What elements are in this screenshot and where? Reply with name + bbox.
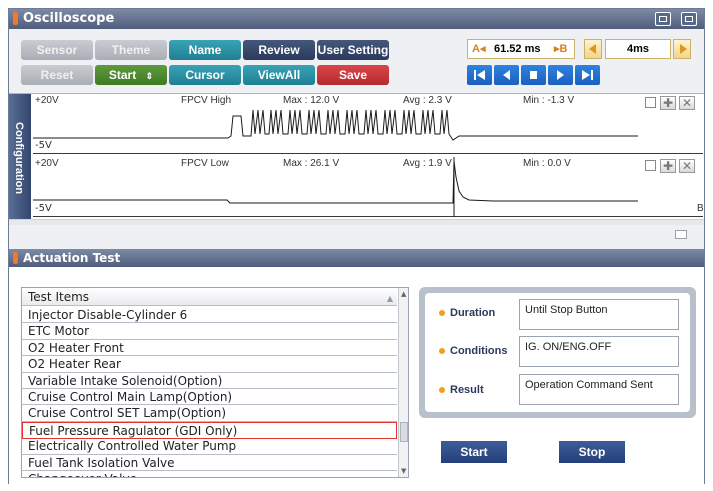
actuation-marker <box>13 252 18 264</box>
sensor-button[interactable]: Sensor <box>21 40 93 60</box>
actuation-test-header: Actuation Test <box>9 249 704 267</box>
theme-button[interactable]: Theme <box>95 40 167 60</box>
channel-2-close-icon[interactable]: ✕ <box>679 159 695 173</box>
skip-to-end-icon[interactable] <box>575 65 600 85</box>
duration-value: Until Stop Button <box>519 299 679 330</box>
channel-fpcv-high: +20V FPCV High Max : 12.0 V Avg : 2.3 V … <box>33 94 703 154</box>
maximize-window-icon[interactable] <box>681 12 697 26</box>
channel-2-waveform <box>33 157 638 217</box>
cursor-a-marker: A◂ <box>472 43 486 55</box>
test-items-header-label: Test Items <box>28 290 90 304</box>
test-item-row[interactable]: O2 Heater Rear <box>22 356 397 373</box>
cursor-readout: A◂ 61.52 ms ▸B <box>467 39 575 59</box>
cursor-delta-value: 61.52 ms <box>494 43 541 55</box>
test-item-row[interactable]: Cruise Control SET Lamp(Option) <box>22 405 397 422</box>
test-items-header[interactable]: Test Items ▲ <box>22 288 397 306</box>
test-item-row[interactable]: Fuel Pressure Ragulator (GDI Only) <box>22 421 397 439</box>
review-button[interactable]: Review <box>243 40 315 60</box>
skip-to-start-icon[interactable] <box>467 65 492 85</box>
channel-1-waveform <box>33 109 638 141</box>
time-div-decrease-icon[interactable] <box>584 39 602 59</box>
start-dropdown-label: Start <box>108 68 137 82</box>
scroll-up-icon[interactable]: ▲ <box>401 290 406 298</box>
configuration-tab[interactable]: Configuration <box>9 94 31 219</box>
channel-2-checkbox[interactable] <box>645 160 656 171</box>
start-button[interactable]: Start <box>441 441 507 463</box>
cursor-b-marker: ▸B <box>554 43 568 55</box>
updown-arrows-icon: ⇕ <box>145 71 154 81</box>
time-div-increase-icon[interactable] <box>673 39 691 59</box>
conditions-value: IG. ON/ENG.OFF <box>519 336 679 367</box>
title-bar: Oscilloscope <box>9 9 704 29</box>
test-item-row[interactable]: Changeover Valve <box>22 471 397 477</box>
test-items-list: Test Items ▲ Injector Disable-Cylinder 6… <box>21 287 409 478</box>
test-item-row[interactable]: Fuel Tank Isolation Valve <box>22 455 397 471</box>
channel-1-add-icon[interactable]: ✚ <box>660 96 676 110</box>
scroll-down-icon[interactable]: ▼ <box>401 467 406 475</box>
result-label: Result <box>439 384 484 396</box>
bullet-icon <box>439 310 445 316</box>
actuation-title: Actuation Test <box>23 251 121 265</box>
cursor-button[interactable]: Cursor <box>169 65 241 85</box>
oscilloscope-window: Oscilloscope Sensor Theme Name Review Us… <box>8 8 705 484</box>
actuation-panel: Test Items ▲ Injector Disable-Cylinder 6… <box>9 267 704 484</box>
test-item-row[interactable]: Electrically Controlled Water Pump <box>22 438 397 455</box>
reset-button[interactable]: Reset <box>21 65 93 85</box>
test-item-row[interactable]: Variable Intake Solenoid(Option) <box>22 373 397 389</box>
channel-1-checkbox[interactable] <box>645 97 656 108</box>
restore-window-icon[interactable] <box>655 12 671 26</box>
channel-1-close-icon[interactable]: ✕ <box>679 96 695 110</box>
test-items-scrollbar[interactable]: ▲ ▼ <box>398 288 408 477</box>
collapse-panel-icon[interactable] <box>675 230 687 239</box>
title-marker <box>13 12 18 25</box>
time-div-value: 4ms <box>605 39 671 59</box>
name-button[interactable]: Name <box>169 40 241 60</box>
configuration-tab-label: Configuration <box>13 122 25 195</box>
duration-label: Duration <box>439 307 495 319</box>
save-button[interactable]: Save <box>317 65 389 85</box>
stop-button[interactable]: Stop <box>559 441 625 463</box>
sort-arrow-icon: ▲ <box>386 294 393 303</box>
waveform-area: Configuration +20V FPCV High Max : 12.0 … <box>9 93 704 227</box>
step-back-icon[interactable] <box>494 65 519 85</box>
splitter-bar <box>9 225 704 249</box>
channel-2-add-icon[interactable]: ✚ <box>660 159 676 173</box>
test-item-row[interactable]: ETC Motor <box>22 323 397 340</box>
channel-fpcv-low: +20V FPCV Low Max : 26.1 V Avg : 1.9 V M… <box>33 157 704 217</box>
test-item-row[interactable]: O2 Heater Front <box>22 340 397 357</box>
conditions-label: Conditions <box>439 345 507 357</box>
test-info-panel: Duration Until Stop Button Conditions IG… <box>419 287 696 418</box>
window-title: Oscilloscope <box>23 11 115 26</box>
stop-icon[interactable] <box>521 65 546 85</box>
result-value: Operation Command Sent <box>519 374 679 405</box>
user-setting-button[interactable]: User Setting <box>317 40 389 60</box>
step-forward-icon[interactable] <box>548 65 573 85</box>
start-dropdown-button[interactable]: Start ⇕ <box>95 65 167 85</box>
bullet-icon <box>439 348 445 354</box>
bullet-icon <box>439 387 445 393</box>
view-all-button[interactable]: ViewAll <box>243 65 315 85</box>
test-item-row[interactable]: Injector Disable-Cylinder 6 <box>22 307 397 324</box>
test-info-content: Duration Until Stop Button Conditions IG… <box>425 293 690 412</box>
cursor-b-label: B <box>697 203 704 214</box>
scroll-thumb[interactable] <box>400 422 408 442</box>
test-item-row[interactable]: Cruise Control Main Lamp(Option) <box>22 389 397 406</box>
